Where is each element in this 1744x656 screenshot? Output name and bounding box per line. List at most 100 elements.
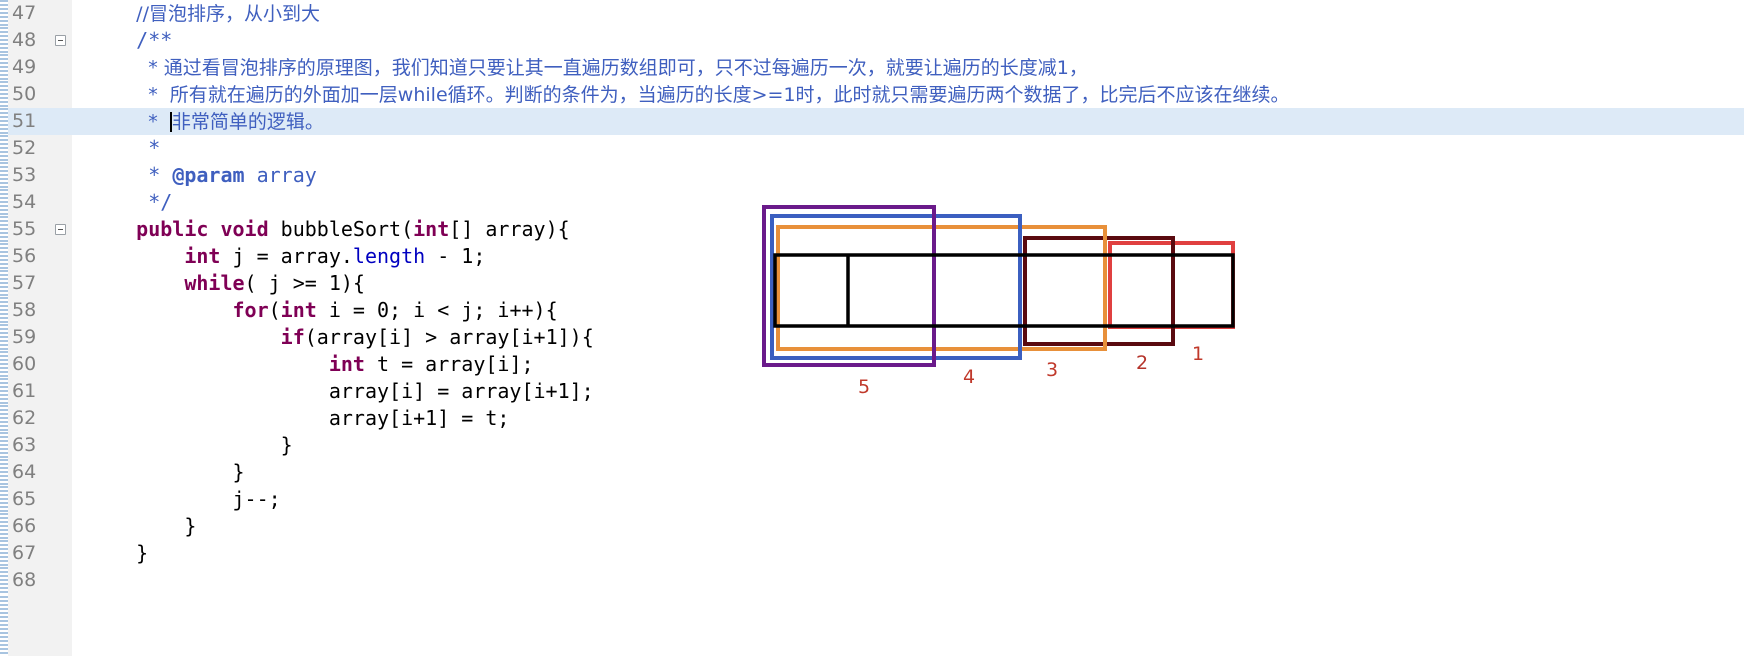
line-number-59: 59 (0, 324, 72, 351)
token-plain: ( (268, 298, 281, 322)
code-text: /** (88, 27, 172, 54)
pass-label-1: 1 (1192, 343, 1205, 365)
code-line-68[interactable]: 68 (0, 567, 1744, 594)
code-editor[interactable]: 47 //冒泡排序，从小到大 48 /** 49 * 通过看冒泡排序的原理图，我们知… (0, 0, 1744, 656)
code-line-64[interactable]: 64 } (0, 459, 1744, 486)
code-line-55[interactable]: 55 public void bubbleSort(int[] array){ (0, 216, 1744, 243)
line-number-68: 68 (0, 567, 72, 594)
pass-label-2: 2 (1136, 352, 1149, 374)
code-text: array[i] = array[i+1]; (88, 378, 594, 405)
code-line-48[interactable]: 48 /** (0, 27, 1744, 54)
token-plain: bubbleSort( (280, 217, 414, 241)
token-kw: for (232, 298, 269, 322)
token-fld: length (352, 244, 426, 268)
line-number-66: 66 (0, 513, 72, 540)
change-bar (0, 432, 8, 459)
token-plain: t = array[i]; (364, 352, 534, 376)
token-cmtm: * (148, 163, 173, 187)
code-line-50[interactable]: 50 * 所有就在遍历的外面加一层while循环。判断的条件为，当遍历的长度>=… (0, 81, 1744, 108)
code-line-66[interactable]: 66 } (0, 513, 1744, 540)
line-number-56: 56 (0, 243, 72, 270)
token-plain: array[i+1] = t; (88, 406, 510, 430)
line-number-47: 47 (0, 0, 72, 27)
change-bar (0, 459, 8, 486)
code-line-59[interactable]: 59 if(array[i] > array[i+1]){ (0, 324, 1744, 351)
fold-collapse-icon[interactable] (55, 35, 66, 46)
code-text: array[i+1] = t; (88, 405, 510, 432)
change-bar (0, 108, 8, 135)
code-text: public void bubbleSort(int[] array){ (88, 216, 570, 243)
change-bar (0, 324, 8, 351)
token-plain: } (88, 541, 149, 565)
pass-label-4: 4 (963, 366, 976, 388)
token-jdoc: @param (172, 163, 245, 187)
token-plain: array[i] = array[i+1]; (88, 379, 594, 403)
code-text: * 非常简单的逻辑。 (88, 108, 324, 135)
change-bar (0, 189, 8, 216)
fold-collapse-icon[interactable] (55, 224, 66, 235)
line-number-62: 62 (0, 405, 72, 432)
line-number-52: 52 (0, 135, 72, 162)
token-kw: while (184, 271, 245, 295)
change-bar (0, 81, 8, 108)
change-bar (0, 270, 8, 297)
token-plain: } (88, 514, 197, 538)
code-text: * 通过看冒泡排序的原理图，我们知道只要让其一直遍历数组即可，只不过每遍历一次，… (88, 54, 1088, 81)
change-bar (0, 486, 8, 513)
token-plain: ( j >= 1){ (244, 271, 365, 295)
code-text: int t = array[i]; (88, 351, 534, 378)
line-number-50: 50 (0, 81, 72, 108)
line-number-58: 58 (0, 297, 72, 324)
token-cmtm: * (148, 136, 161, 160)
change-bar (0, 378, 8, 405)
code-line-61[interactable]: 61 array[i] = array[i+1]; (0, 378, 1744, 405)
code-text: } (88, 459, 244, 486)
change-bar (0, 0, 8, 27)
code-line-54[interactable]: 54 */ (0, 189, 1744, 216)
code-text: for(int i = 0; i < j; i++){ (88, 297, 558, 324)
token-kw: int (280, 298, 317, 322)
line-number-64: 64 (0, 459, 72, 486)
line-number-49: 49 (0, 54, 72, 81)
line-number-61: 61 (0, 378, 72, 405)
token-cmt: * 所有就在遍历的外面加一层while循环。判断的条件为，当遍历的长度>=1时，… (148, 84, 1290, 106)
code-text: * (88, 135, 160, 162)
token-kw: int (413, 217, 450, 241)
token-cmtm: */ (148, 190, 173, 214)
code-line-58[interactable]: 58 for(int i = 0; i < j; i++){ (0, 297, 1744, 324)
token-plain: j--; (88, 487, 281, 511)
token-cmtm: /** (136, 28, 173, 52)
token-cmtm: array (244, 163, 317, 187)
code-line-65[interactable]: 65 j--; (0, 486, 1744, 513)
code-line-63[interactable]: 63 } (0, 432, 1744, 459)
code-line-57[interactable]: 57 while( j >= 1){ (0, 270, 1744, 297)
change-bar (0, 54, 8, 81)
change-bar (0, 513, 8, 540)
code-line-67[interactable]: 67 } (0, 540, 1744, 567)
code-line-56[interactable]: 56 int j = array.length - 1; (0, 243, 1744, 270)
code-line-49[interactable]: 49 * 通过看冒泡排序的原理图，我们知道只要让其一直遍历数组即可，只不过每遍历… (0, 54, 1744, 81)
code-line-60[interactable]: 60 int t = array[i]; (0, 351, 1744, 378)
code-line-53[interactable]: 53 * @param array (0, 162, 1744, 189)
code-text: //冒泡排序，从小到大 (88, 0, 320, 27)
change-bar (0, 567, 8, 594)
code-line-47[interactable]: 47 //冒泡排序，从小到大 (0, 0, 1744, 27)
change-bar (0, 405, 8, 432)
pass-label-3: 3 (1046, 359, 1059, 381)
code-line-52[interactable]: 52 * (0, 135, 1744, 162)
code-line-51[interactable]: 51 * 非常简单的逻辑。 (0, 108, 1744, 135)
token-plain: (array[i] > array[i+1]){ (304, 325, 594, 349)
code-line-62[interactable]: 62 array[i+1] = t; (0, 405, 1744, 432)
change-bar (0, 297, 8, 324)
token-kw: int (184, 244, 221, 268)
token-cmt: * (148, 111, 170, 133)
code-text: while( j >= 1){ (88, 270, 365, 297)
token-cmt: //冒泡排序，从小到大 (136, 3, 320, 25)
line-number-63: 63 (0, 432, 72, 459)
